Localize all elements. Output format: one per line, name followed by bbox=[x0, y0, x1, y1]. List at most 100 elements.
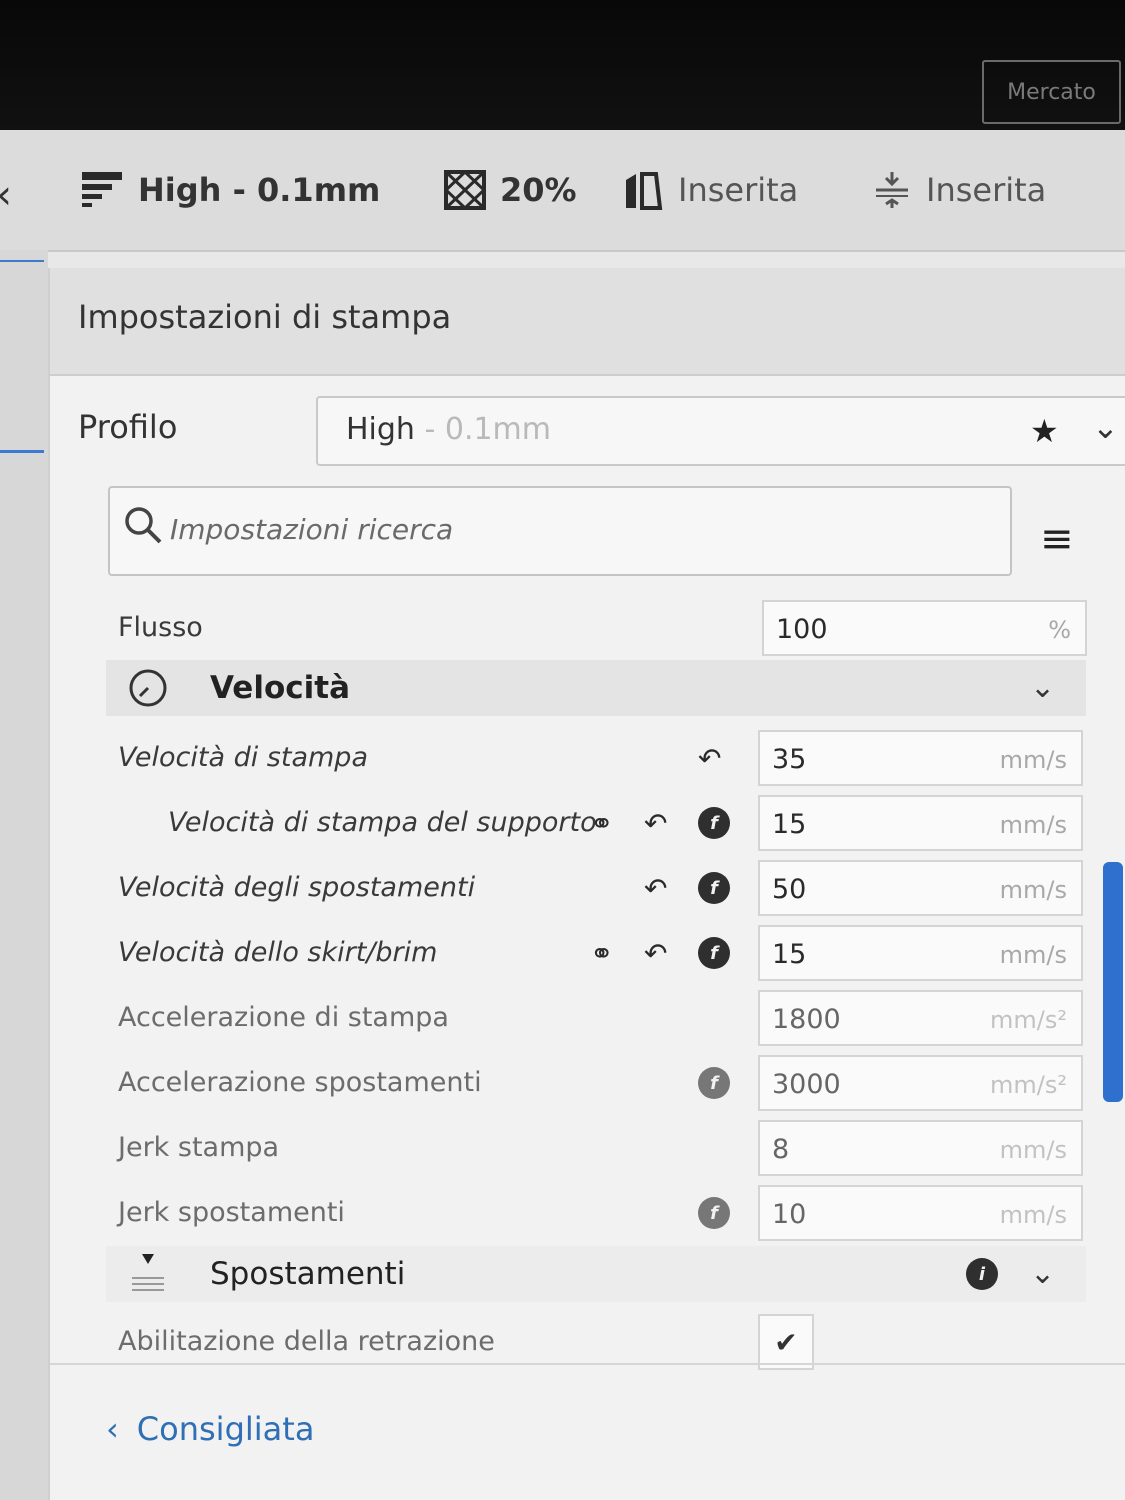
setting-label: Jerk spostamenti bbox=[118, 1197, 345, 1228]
menu-icon[interactable]: ≡ bbox=[1040, 516, 1074, 562]
setting-unit: mm/s bbox=[999, 746, 1067, 774]
support-speed-field[interactable]: 15 mm/s bbox=[758, 795, 1083, 851]
setting-value: 15 bbox=[772, 809, 807, 840]
setting-label: Velocità di stampa del supporto bbox=[168, 807, 597, 838]
travel-speed-field[interactable]: 50 mm/s bbox=[758, 860, 1083, 916]
build-plate-edge bbox=[0, 450, 44, 453]
setting-label: Abilitazione della retrazione bbox=[118, 1326, 495, 1357]
search-icon bbox=[125, 507, 162, 544]
flow-field[interactable]: 100 % bbox=[762, 600, 1087, 656]
setting-unit: mm/s² bbox=[990, 1071, 1067, 1099]
retraction-checkbox[interactable]: ✔ bbox=[758, 1314, 814, 1370]
profile-name: High bbox=[346, 412, 415, 447]
print-jerk-field[interactable]: 8 mm/s bbox=[758, 1120, 1083, 1176]
function-icon[interactable]: f bbox=[698, 807, 730, 839]
window-title-bar: Mercato bbox=[0, 0, 1125, 130]
setting-label: Accelerazione di stampa bbox=[118, 1002, 449, 1033]
toolbar-profile-label: High - 0.1mm bbox=[138, 171, 381, 209]
adhesion-icon bbox=[876, 172, 908, 208]
section-speed[interactable]: Velocità ⌄ bbox=[106, 660, 1086, 716]
reset-icon[interactable]: ↶ bbox=[644, 937, 667, 970]
function-icon[interactable]: f bbox=[698, 937, 730, 969]
travel-jerk-field[interactable]: 10 mm/s bbox=[758, 1185, 1083, 1241]
setting-unit: mm/s² bbox=[990, 1006, 1067, 1034]
toolbar-profile-item[interactable]: High - 0.1mm bbox=[80, 170, 380, 210]
reset-icon[interactable]: ↶ bbox=[644, 872, 667, 905]
print-setup-toolbar: ‹ High - 0.1mm 20% Inserita Inserita bbox=[0, 130, 1125, 252]
setting-row-skirt-speed: Velocità dello skirt/brim ⚭ ↶ f 15 mm/s bbox=[108, 925, 1093, 981]
setting-row-travel-acceleration: Accelerazione spostamenti f 3000 mm/s² bbox=[108, 1055, 1093, 1111]
settings-scrollbar[interactable] bbox=[1103, 862, 1123, 1102]
footer-divider bbox=[50, 1363, 1125, 1365]
section-travel[interactable]: Spostamenti i ⌄ bbox=[106, 1246, 1086, 1302]
reset-icon[interactable]: ↶ bbox=[644, 807, 667, 840]
profile-detail: - 0.1mm bbox=[414, 412, 552, 447]
setting-row-print-speed: Velocità di stampa ↶ 35 mm/s bbox=[108, 730, 1093, 786]
setting-label: Velocità di stampa bbox=[118, 742, 368, 773]
setting-unit: mm/s bbox=[999, 941, 1067, 969]
panel-header: Impostazioni di stampa bbox=[50, 268, 1125, 376]
travel-icon bbox=[132, 1254, 164, 1291]
setting-value: 15 bbox=[772, 939, 807, 970]
panel-title: Impostazioni di stampa bbox=[78, 298, 452, 336]
setting-value: 1800 bbox=[772, 1004, 841, 1035]
setting-unit: mm/s bbox=[999, 1136, 1067, 1164]
build-plate-edge bbox=[0, 260, 44, 262]
setting-unit: mm/s bbox=[999, 876, 1067, 904]
infill-icon bbox=[444, 170, 486, 210]
setting-label: Flusso bbox=[118, 612, 203, 643]
section-title: Velocità bbox=[210, 670, 350, 706]
link-icon[interactable]: ⚭ bbox=[590, 937, 613, 970]
function-icon[interactable]: f bbox=[698, 872, 730, 904]
search-input[interactable] bbox=[168, 502, 992, 556]
setting-value: 100 bbox=[776, 614, 828, 645]
back-chevron-icon[interactable]: ‹ bbox=[0, 172, 12, 218]
checkmark-icon: ✔ bbox=[774, 1325, 798, 1359]
info-icon[interactable]: i bbox=[966, 1258, 998, 1290]
marketplace-button[interactable]: Mercato bbox=[982, 60, 1121, 124]
setting-row-support-speed: Velocità di stampa del supporto ⚭ ↶ f 15… bbox=[108, 795, 1093, 851]
toolbar-adhesion-item[interactable]: Inserita bbox=[872, 170, 1046, 210]
setting-value: 8 bbox=[772, 1134, 790, 1165]
profile-dropdown[interactable]: High - 0.1mm ★ ⌄ bbox=[316, 396, 1125, 466]
recommended-label: Consigliata bbox=[136, 1410, 315, 1448]
toolbar-support-item[interactable]: Inserita bbox=[622, 170, 798, 210]
star-icon[interactable]: ★ bbox=[1030, 412, 1059, 450]
setting-value: 35 bbox=[772, 744, 807, 775]
chevron-down-icon[interactable]: ⌄ bbox=[1030, 670, 1055, 705]
setting-unit: % bbox=[1048, 616, 1071, 644]
print-acceleration-field[interactable]: 1800 mm/s² bbox=[758, 990, 1083, 1046]
toolbar-support-label: Inserita bbox=[678, 171, 799, 209]
support-icon bbox=[626, 172, 663, 210]
function-icon[interactable]: f bbox=[698, 1067, 730, 1099]
recommended-mode-button[interactable]: ‹ Consigliata bbox=[106, 1410, 314, 1448]
setting-row-retraction: Abilitazione della retrazione ✔ bbox=[108, 1314, 1093, 1370]
setting-unit: mm/s bbox=[999, 811, 1067, 839]
print-settings-panel: Impostazioni di stampa Profilo High - 0.… bbox=[48, 268, 1125, 1500]
setting-value: 10 bbox=[772, 1199, 807, 1230]
setting-row-travel-jerk: Jerk spostamenti f 10 mm/s bbox=[108, 1185, 1093, 1241]
profile-label: Profilo bbox=[78, 408, 178, 446]
chevron-left-icon: ‹ bbox=[106, 1410, 119, 1448]
setting-row-flow: Flusso 100 % bbox=[108, 600, 1093, 656]
search-box bbox=[108, 486, 1012, 576]
setting-value: 3000 bbox=[772, 1069, 841, 1100]
chevron-down-icon[interactable]: ⌄ bbox=[1092, 408, 1119, 446]
setting-row-print-jerk: Jerk stampa 8 mm/s bbox=[108, 1120, 1093, 1176]
setting-label: Velocità degli spostamenti bbox=[118, 872, 476, 903]
print-speed-field[interactable]: 35 mm/s bbox=[758, 730, 1083, 786]
travel-acceleration-field[interactable]: 3000 mm/s² bbox=[758, 1055, 1083, 1111]
toolbar-adhesion-label: Inserita bbox=[926, 171, 1047, 209]
function-icon[interactable]: f bbox=[698, 1197, 730, 1229]
toolbar-infill-item[interactable]: 20% bbox=[444, 170, 577, 210]
toolbar-infill-label: 20% bbox=[500, 171, 577, 209]
section-title: Spostamenti bbox=[210, 1256, 406, 1292]
viewport-edge bbox=[0, 250, 48, 1500]
chevron-down-icon[interactable]: ⌄ bbox=[1030, 1256, 1055, 1291]
link-icon[interactable]: ⚭ bbox=[590, 807, 613, 840]
profile-value: High - 0.1mm bbox=[346, 412, 551, 447]
speedometer-icon bbox=[129, 669, 167, 707]
setting-unit: mm/s bbox=[999, 1201, 1067, 1229]
reset-icon[interactable]: ↶ bbox=[698, 742, 721, 775]
skirt-speed-field[interactable]: 15 mm/s bbox=[758, 925, 1083, 981]
